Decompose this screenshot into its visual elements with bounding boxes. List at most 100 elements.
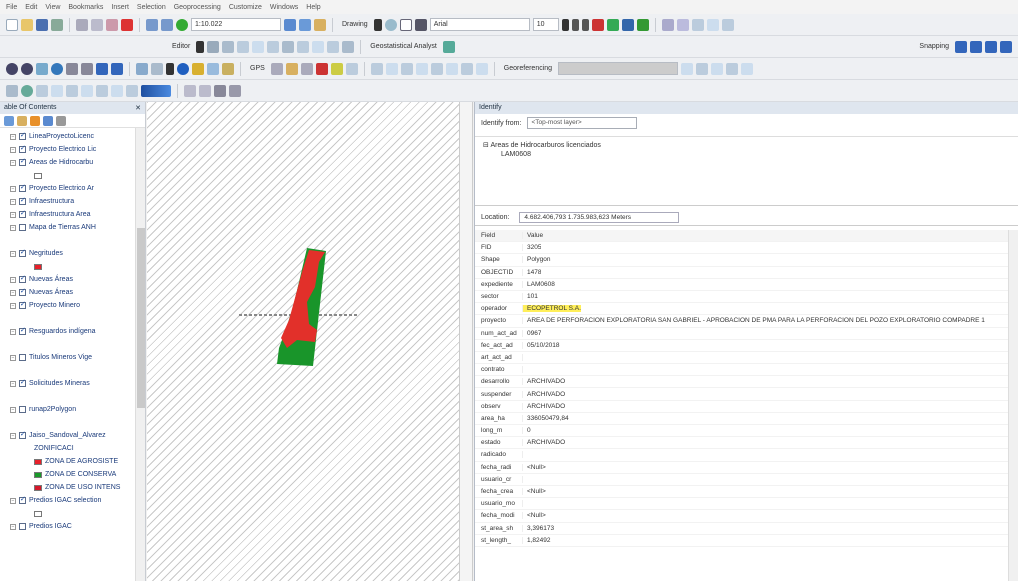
toc-layer-item[interactable]: ZONA DE USO INTENS — [0, 481, 145, 494]
toc-layer-item[interactable]: − Proyecto Electrico Ar — [0, 182, 145, 195]
expand-toggle-icon[interactable]: − — [10, 289, 16, 296]
font-color-icon[interactable] — [591, 18, 604, 31]
control-points-icon[interactable] — [681, 62, 694, 75]
toc-layer-item[interactable] — [0, 416, 145, 429]
layer-visibility-checkbox[interactable] — [19, 495, 26, 504]
edge-match-icon[interactable] — [445, 62, 458, 75]
toc-layer-item[interactable]: − Proyecto Minero — [0, 299, 145, 312]
bold-icon[interactable] — [561, 18, 569, 31]
expand-toggle-icon[interactable]: − — [10, 224, 16, 231]
drawing-menu[interactable]: Drawing — [339, 21, 371, 28]
layer-visibility-checkbox[interactable] — [19, 131, 26, 140]
geostatistical-wizard-icon[interactable] — [442, 40, 455, 53]
attribute-row[interactable]: art_act_ad — [475, 352, 1018, 365]
print-icon[interactable] — [51, 18, 63, 31]
font-combo[interactable]: Arial — [429, 18, 530, 31]
close-icon[interactable]: ✕ — [135, 104, 141, 112]
map-canvas[interactable] — [147, 102, 459, 581]
toc-layer-item[interactable] — [0, 507, 145, 520]
vertex-snapping-icon[interactable] — [985, 40, 997, 53]
back-extent-icon[interactable] — [96, 62, 108, 75]
toc-layer-item[interactable]: − Jaiso_Sandoval_Alvarez — [0, 429, 145, 442]
undo-icon[interactable] — [146, 18, 158, 31]
attribute-row[interactable]: estado ARCHIVADO — [475, 437, 1018, 450]
attribute-scrollbar[interactable] — [1008, 230, 1018, 581]
expand-toggle-icon[interactable]: − — [10, 133, 16, 140]
menu-help[interactable]: Help — [306, 4, 320, 11]
flicker-icon[interactable] — [126, 84, 138, 97]
attribute-row[interactable]: area_ha 336050479,84 — [475, 413, 1018, 425]
attribute-row[interactable]: fecha_crea <Null> — [475, 486, 1018, 499]
layer-visibility-checkbox[interactable] — [19, 144, 26, 153]
menu-insert[interactable]: Insert — [111, 4, 129, 11]
toc-layer-item[interactable]: − Mapa de Tierras ANH — [0, 221, 145, 234]
scale-georef-icon[interactable] — [741, 62, 754, 75]
toc-layer-item[interactable] — [0, 338, 145, 351]
attribute-row[interactable]: Shape Polygon — [475, 254, 1018, 267]
sketch-icon[interactable] — [207, 40, 220, 53]
html-popup-icon[interactable] — [207, 62, 219, 75]
transform-icon[interactable] — [415, 62, 428, 75]
endpoint-arc-icon[interactable] — [237, 40, 250, 53]
toc-layer-item[interactable]: − Solicitudes Mineras — [0, 377, 145, 390]
toc-layer-item[interactable] — [0, 390, 145, 403]
menu-geoprocessing[interactable]: Geoprocessing — [174, 4, 221, 11]
point-icon[interactable] — [267, 40, 280, 53]
toc-layer-item[interactable]: − Titulos Mineros Vige — [0, 351, 145, 364]
zoom-in-icon[interactable] — [6, 62, 18, 75]
toc-layer-item[interactable] — [0, 260, 145, 273]
chart-icon[interactable] — [51, 84, 63, 97]
arctoolbox-icon[interactable] — [315, 62, 328, 75]
cut-icon[interactable] — [76, 18, 88, 31]
open-icon[interactable] — [21, 18, 33, 31]
editor-menu[interactable]: Editor — [169, 43, 193, 50]
menu-view[interactable]: View — [45, 4, 60, 11]
toc-layer-item[interactable]: − Areas de Hidrocarbu — [0, 156, 145, 169]
table-icon[interactable] — [36, 84, 48, 97]
attribute-row[interactable]: proyecto AREA DE PERFORACION EXPLORATORIA… — [475, 315, 1018, 328]
snapping-menu[interactable]: Snapping — [916, 43, 952, 50]
lock-icon[interactable] — [214, 84, 226, 97]
underline-icon[interactable] — [581, 18, 589, 31]
toc-layer-item[interactable]: − Predios IGAC — [0, 520, 145, 533]
attribute-row[interactable]: num_act_ad 0967 — [475, 328, 1018, 340]
geostatistical-analyst-menu[interactable]: Geostatistical Analyst — [367, 43, 440, 50]
text-icon[interactable] — [414, 18, 427, 31]
expand-toggle-icon[interactable]: − — [10, 406, 16, 413]
font-size-combo[interactable]: 10 — [532, 18, 559, 31]
list-by-drawing-order-icon[interactable] — [4, 116, 14, 126]
georeferencing-menu[interactable]: Georeferencing — [501, 65, 555, 72]
toc-layer-item[interactable]: − Resguardos indígena — [0, 325, 145, 338]
layer-visibility-checkbox[interactable] — [19, 354, 26, 361]
attribute-row[interactable]: st_area_sh 3,396173 — [475, 523, 1018, 535]
attribute-row[interactable]: observ ARCHIVADO — [475, 401, 1018, 413]
rotate-georef-icon[interactable] — [711, 62, 724, 75]
toc-layer-item[interactable]: − Nuevas Áreas — [0, 273, 145, 286]
toc-layer-item[interactable] — [0, 364, 145, 377]
location-value[interactable]: 4.682.406,793 1.735.983,623 Meters — [519, 212, 680, 223]
list-by-visibility-icon[interactable] — [30, 116, 40, 126]
shift-georef-icon[interactable] — [726, 62, 739, 75]
expand-toggle-icon[interactable]: − — [10, 354, 16, 361]
trace-icon[interactable] — [252, 40, 265, 53]
link-table-icon[interactable] — [475, 62, 488, 75]
layer-visibility-checkbox[interactable] — [19, 274, 26, 283]
list-by-source-icon[interactable] — [17, 116, 27, 126]
scalebar-icon[interactable] — [229, 84, 241, 97]
layer-visibility-checkbox[interactable] — [19, 523, 26, 530]
attribute-row[interactable]: suspender ARCHIVADO — [475, 388, 1018, 401]
full-extent-icon[interactable] — [51, 62, 63, 75]
layer-visibility-checkbox[interactable] — [19, 378, 26, 387]
expand-toggle-icon[interactable]: − — [10, 250, 16, 257]
attribute-row[interactable]: long_m 0 — [475, 425, 1018, 438]
identify-from-dropdown[interactable]: <Top-most layer> — [527, 117, 638, 129]
topology-icon[interactable] — [370, 62, 383, 75]
attribute-row[interactable]: OBJECTID 1478 — [475, 267, 1018, 279]
gps-menu[interactable]: GPS — [247, 65, 268, 72]
time-slider-icon[interactable] — [184, 84, 196, 97]
swipe-icon[interactable] — [111, 84, 123, 97]
hyperlink-icon[interactable] — [192, 62, 204, 75]
catalog-window-icon[interactable] — [285, 62, 298, 75]
identify-icon[interactable] — [177, 62, 189, 75]
pan-icon[interactable] — [36, 62, 48, 75]
